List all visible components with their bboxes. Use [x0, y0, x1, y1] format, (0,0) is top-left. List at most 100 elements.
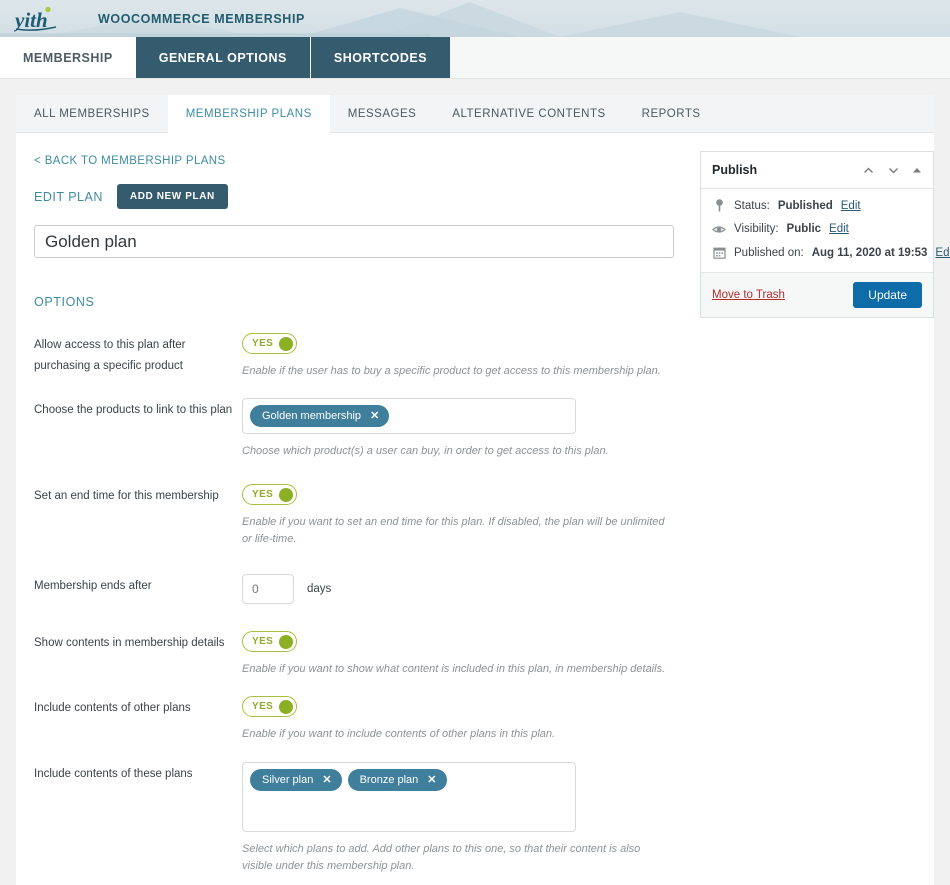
close-icon[interactable]: ✕ [322, 774, 331, 786]
option-field: YES Enable if the user has to buy a spec… [242, 333, 684, 380]
update-button[interactable]: Update [853, 282, 922, 308]
toggle-knob [279, 336, 294, 351]
status-label: Status: [734, 199, 770, 212]
option-field: Golden membership ✕ Choose which product… [242, 398, 684, 460]
tag-item[interactable]: Silver plan ✕ [250, 769, 342, 792]
tab-shortcodes[interactable]: SHORTCODES [310, 37, 452, 78]
subtab-all-memberships[interactable]: ALL MEMBERSHIPS [16, 95, 168, 132]
sidebar-column: Publish Status: Published Edit Visibilit… [684, 133, 950, 885]
toggle-knob [279, 699, 294, 714]
main-column: < BACK TO MEMBERSHIP PLANS EDIT PLAN ADD… [16, 133, 684, 885]
option-row-membership-ends-after: Membership ends after days [34, 574, 684, 605]
tag-item[interactable]: Golden membership ✕ [250, 405, 390, 428]
option-label: Include contents of other plans [34, 702, 191, 715]
pin-icon [712, 199, 726, 212]
option-row-choose-products: Choose the products to link to this plan… [34, 398, 684, 460]
publish-box: Publish Status: Published Edit Visibilit… [700, 151, 950, 318]
tab-membership[interactable]: MEMBERSHIP [0, 37, 136, 78]
days-group: days [242, 574, 684, 605]
subtab-membership-plans[interactable]: MEMBERSHIP PLANS [167, 95, 330, 133]
option-description: Enable if the user has to buy a specific… [242, 365, 661, 377]
toggle-knob [279, 634, 294, 649]
calendar-icon [712, 246, 726, 259]
option-label: Show contents in membership details [34, 637, 225, 650]
body-area: < BACK TO MEMBERSHIP PLANS EDIT PLAN ADD… [16, 133, 950, 885]
status-value: Published [777, 199, 833, 212]
option-description: Select which plans to add. Add other pla… [242, 843, 641, 873]
brand-header: yith WOOCOMMERCE MEMBERSHIP [0, 0, 950, 37]
option-description: Enable if you want to include contents o… [242, 728, 556, 741]
visibility-value: Public [786, 223, 822, 235]
product-tag-select[interactable]: Golden membership ✕ [242, 398, 576, 435]
close-icon[interactable]: ✕ [370, 410, 379, 422]
option-row-show-contents: Show contents in membership details YES … [34, 631, 684, 678]
visibility-line: Visibility: Public Edit [712, 223, 922, 235]
option-field: YES Enable if you want to set an end tim… [242, 484, 684, 548]
chevron-up-icon[interactable] [862, 164, 875, 177]
option-label: Set an end time for this membership [34, 490, 219, 503]
subtab-reports[interactable]: REPORTS [624, 95, 719, 132]
app-title: WOOCOMMERCE MEMBERSHIP [98, 11, 305, 26]
option-row-set-end-time: Set an end time for this membership YES … [34, 484, 684, 548]
published-on-edit-link[interactable]: Edit [935, 247, 950, 259]
plan-title-input[interactable] [34, 225, 674, 258]
move-to-trash-link[interactable]: Move to Trash [712, 289, 785, 301]
tag-label: Bronze plan [359, 774, 419, 787]
option-field: YES Enable if you want to include conten… [242, 696, 684, 743]
primary-tab-bar: MEMBERSHIP GENERAL OPTIONS SHORTCODES [0, 37, 950, 79]
published-on-line: Published on: Aug 11, 2020 at 19:53 Edit [712, 246, 950, 259]
status-line: Status: Published Edit [712, 199, 922, 212]
close-icon[interactable]: ✕ [427, 774, 436, 786]
option-label: Membership ends after [34, 580, 152, 593]
collapse-toggle-icon[interactable] [912, 165, 922, 175]
svg-text:yith: yith [14, 8, 48, 32]
tag-label: Golden membership [262, 410, 362, 423]
option-description: Enable if you want to show what content … [242, 663, 666, 676]
visibility-edit-link[interactable]: Edit [829, 223, 849, 235]
published-on-value: Aug 11, 2020 at 19:53 [811, 246, 928, 259]
publish-box-body: Status: Published Edit Visibility: Publi… [701, 189, 950, 272]
eye-icon [712, 224, 726, 235]
tag-item[interactable]: Bronze plan ✕ [347, 769, 447, 792]
toggle-label: YES [252, 338, 274, 349]
option-description: Choose which product(s) a user can buy, … [242, 445, 609, 458]
subtab-alternative-contents[interactable]: ALTERNATIVE CONTENTS [434, 95, 623, 132]
days-unit-label: days [307, 583, 332, 596]
option-label: Allow access to this plan after purchasi… [34, 339, 186, 373]
add-new-plan-button[interactable]: ADD NEW PLAN [116, 184, 228, 209]
tab-general-options[interactable]: GENERAL OPTIONS [135, 37, 311, 78]
status-edit-link[interactable]: Edit [841, 200, 861, 212]
option-field: Silver plan ✕ Bronze plan ✕ Select which… [242, 762, 684, 875]
toggle-label: YES [252, 489, 274, 501]
back-to-membership-plans-link[interactable]: < BACK TO MEMBERSHIP PLANS [34, 155, 226, 167]
sub-tab-bar: ALL MEMBERSHIPS MEMBERSHIP PLANS MESSAGE… [16, 95, 934, 133]
option-label: Choose the products to link to this plan [34, 404, 233, 417]
toggle-include-other-plans[interactable]: YES [242, 696, 298, 718]
chevron-down-icon[interactable] [887, 164, 900, 177]
visibility-label: Visibility: [734, 223, 779, 235]
published-on-label: Published on: [734, 246, 804, 259]
toggle-show-contents[interactable]: YES [242, 631, 298, 653]
option-row-include-these-plans: Include contents of these plans Silver p… [34, 762, 684, 875]
publish-box-title: Publish [712, 163, 758, 177]
toggle-set-end-time[interactable]: YES [242, 484, 298, 506]
option-description: Enable if you want to set an end time fo… [242, 516, 665, 546]
toggle-label: YES [252, 701, 274, 713]
yith-logo: yith [14, 4, 76, 34]
option-field: days [242, 574, 684, 605]
toggle-knob [279, 487, 294, 502]
toggle-allow-access[interactable]: YES [242, 333, 298, 354]
plans-tag-select[interactable]: Silver plan ✕ Bronze plan ✕ [242, 762, 576, 833]
publish-box-footer: Move to Trash Update [701, 272, 933, 317]
publish-box-header: Publish [701, 152, 933, 189]
options-heading: OPTIONS [34, 295, 95, 309]
option-row-include-other-plans: Include contents of other plans YES Enab… [34, 696, 684, 743]
content-panel: ALL MEMBERSHIPS MEMBERSHIP PLANS MESSAGE… [16, 95, 950, 885]
subtab-messages[interactable]: MESSAGES [330, 95, 435, 132]
membership-days-input[interactable] [242, 574, 294, 605]
option-field: YES Enable if you want to show what cont… [242, 631, 684, 678]
content-wrapper: ALL MEMBERSHIPS MEMBERSHIP PLANS MESSAGE… [0, 79, 950, 885]
option-row-allow-access: Allow access to this plan after purchasi… [34, 333, 684, 380]
tag-label: Silver plan [262, 774, 314, 787]
page-title: EDIT PLAN [34, 189, 103, 204]
